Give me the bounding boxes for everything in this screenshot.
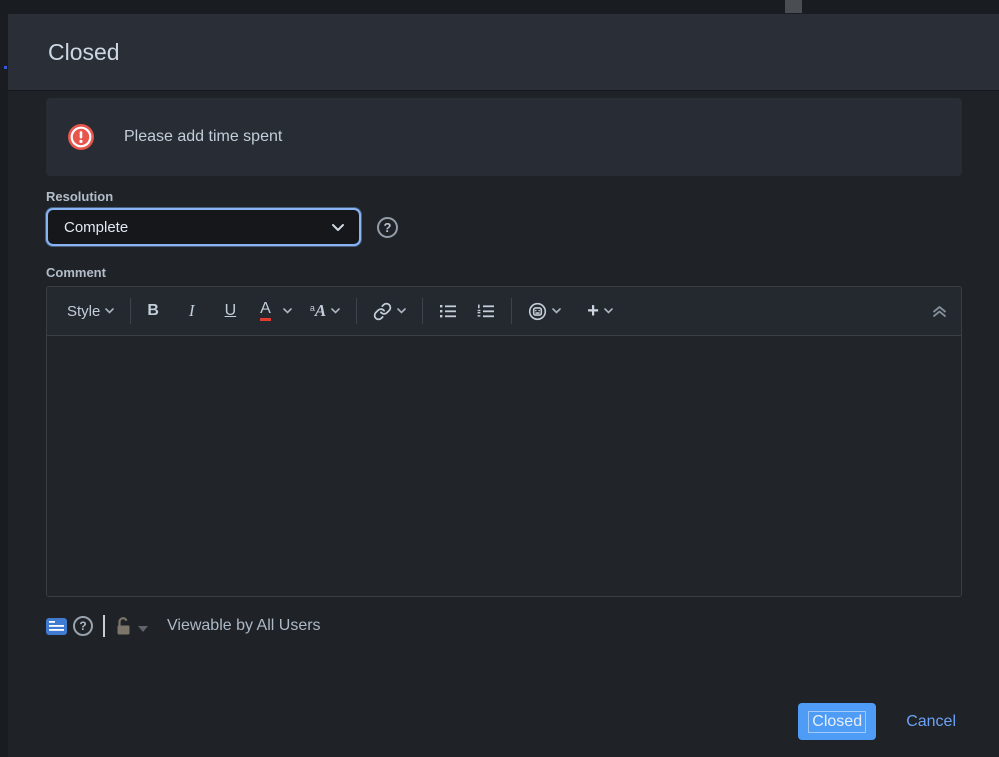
- collapse-toolbar-icon[interactable]: [932, 305, 947, 318]
- comment-editor: Style B I U A a A: [46, 286, 962, 597]
- divider: [103, 615, 105, 637]
- comment-input[interactable]: [47, 336, 961, 596]
- comment-label: Comment: [46, 265, 962, 280]
- text-size-button[interactable]: a A: [304, 297, 346, 325]
- wiki-markup-icon[interactable]: [46, 618, 67, 635]
- resolution-help-icon[interactable]: ?: [377, 217, 398, 238]
- chevron-down-icon: [138, 626, 148, 632]
- italic-button[interactable]: I: [179, 297, 205, 325]
- unlock-icon: [114, 616, 133, 636]
- dialog-header: Closed: [8, 14, 999, 91]
- comment-help-icon[interactable]: ?: [73, 616, 93, 636]
- numbered-list-button[interactable]: [471, 299, 501, 323]
- dialog-body: Please add time spent Resolution Complet…: [8, 91, 999, 756]
- style-dropdown[interactable]: Style: [61, 299, 120, 324]
- error-banner: Please add time spent: [46, 98, 962, 176]
- cancel-link[interactable]: Cancel: [906, 713, 956, 731]
- chevron-down-icon: [105, 308, 114, 314]
- link-icon: [373, 302, 392, 321]
- numbered-list-icon: [477, 303, 495, 319]
- toolbar-divider: [422, 298, 423, 324]
- visibility-label: Viewable by All Users: [167, 617, 321, 635]
- link-button[interactable]: [367, 298, 412, 325]
- chevron-down-icon: [331, 308, 340, 314]
- chevron-down-icon: [397, 308, 406, 314]
- submit-closed-button[interactable]: Closed: [798, 703, 876, 740]
- insert-more-button[interactable]: +: [581, 296, 619, 327]
- transition-dialog: Closed Please add time spent Resolution …: [8, 14, 999, 757]
- resolution-label: Resolution: [46, 189, 962, 204]
- error-message: Please add time spent: [124, 128, 282, 146]
- editor-toolbar: Style B I U A a A: [47, 287, 961, 336]
- focus-artifact: [4, 66, 7, 69]
- chevron-down-icon: [552, 308, 561, 314]
- bold-button[interactable]: B: [141, 298, 165, 324]
- resolution-select[interactable]: Complete: [46, 208, 361, 246]
- comment-visibility-button[interactable]: [114, 616, 148, 636]
- emoji-button[interactable]: [522, 298, 567, 325]
- toolbar-divider: [511, 298, 512, 324]
- underline-button[interactable]: U: [219, 298, 243, 324]
- page-scrollbar-thumb[interactable]: [785, 0, 802, 13]
- resolution-selected-value: Complete: [64, 219, 128, 236]
- bullet-list-button[interactable]: [433, 299, 463, 323]
- plus-icon: +: [587, 300, 599, 323]
- comment-options-row: ? Viewable by All Users: [46, 615, 962, 637]
- chevron-down-icon: [331, 223, 345, 232]
- dialog-title: Closed: [48, 39, 120, 66]
- toolbar-divider: [130, 298, 131, 324]
- error-icon: [68, 124, 94, 150]
- dialog-footer: Closed Cancel: [798, 703, 956, 740]
- bullet-list-icon: [439, 303, 457, 319]
- toolbar-divider: [356, 298, 357, 324]
- chevron-down-icon: [283, 308, 292, 314]
- text-color-button[interactable]: A: [254, 297, 298, 325]
- chevron-down-icon: [604, 308, 613, 314]
- emoji-icon: [528, 302, 547, 321]
